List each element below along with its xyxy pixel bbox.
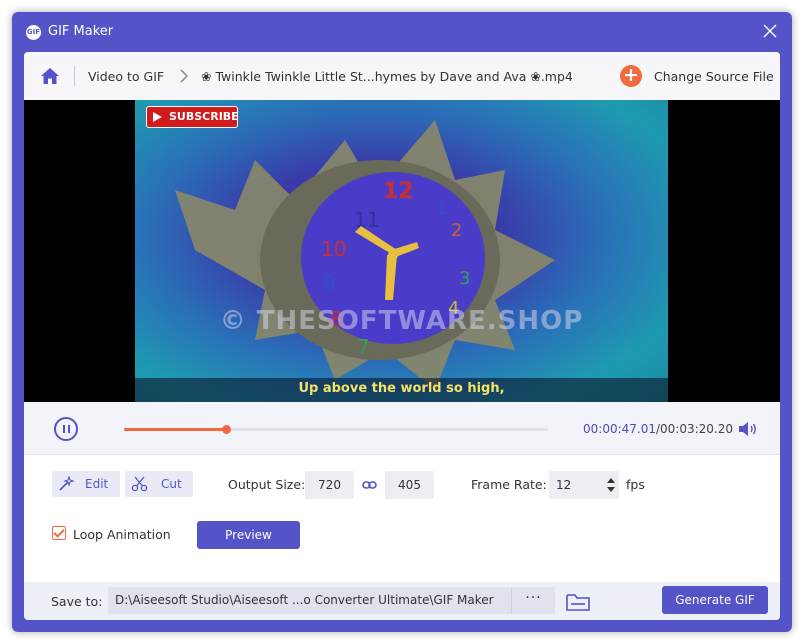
seek-bar-handle[interactable] <box>221 425 231 434</box>
edit-label: Edit <box>85 477 109 491</box>
save-path-text: D:\Aiseesoft Studio\Aiseesoft ...o Conve… <box>115 593 494 607</box>
breadcrumb-file-name: ❀ Twinkle Twinkle Little St...hymes by D… <box>201 69 573 84</box>
loop-animation-label[interactable]: Loop Animation <box>73 527 171 542</box>
clock-artwork: 12 1 2 3 4 11 10 9 8 7 <box>175 120 555 390</box>
pause-button[interactable] <box>54 417 78 441</box>
folder-icon[interactable] <box>566 593 590 612</box>
loop-animation-checkbox[interactable] <box>52 526 66 540</box>
svg-text:3: 3 <box>459 268 470 289</box>
seek-bar[interactable] <box>124 425 548 434</box>
svg-text:10: 10 <box>321 237 346 261</box>
change-source-file-button[interactable]: Change Source File <box>654 69 774 84</box>
frame-rate-label: Frame Rate: <box>471 477 547 492</box>
gif-settings: Edit Cut Output Size: 720 405 Frame Rate… <box>24 454 780 582</box>
generate-gif-button[interactable]: Generate GIF <box>662 586 768 614</box>
window-title: GIF Maker <box>48 24 114 39</box>
watermark: © THESOFTWARE.SHOP <box>219 306 584 336</box>
browse-path-button[interactable]: ··· <box>511 587 555 614</box>
main-panel: Video to GIF ❀ Twinkle Twinkle Little St… <box>24 52 780 620</box>
chevron-right-icon <box>180 69 189 83</box>
fps-label: fps <box>626 477 645 492</box>
video-preview[interactable]: 12 1 2 3 4 11 10 9 8 7 SUBSCRIBE © THESO… <box>24 100 780 402</box>
add-icon[interactable]: + <box>620 65 642 87</box>
save-footer: Save to: D:\Aiseesoft Studio\Aiseesoft .… <box>24 582 780 620</box>
volume-icon[interactable] <box>738 421 758 437</box>
svg-text:7: 7 <box>357 335 370 359</box>
preview-button[interactable]: Preview <box>197 521 300 549</box>
seek-bar-progress <box>124 428 226 431</box>
scissors-icon <box>131 476 148 492</box>
svg-text:9: 9 <box>323 271 336 295</box>
subscribe-badge: SUBSCRIBE <box>146 106 239 128</box>
output-width-input[interactable]: 720 <box>305 471 354 499</box>
edit-button[interactable]: Edit <box>52 471 120 497</box>
breadcrumb-video-to-gif[interactable]: Video to GIF <box>88 69 164 84</box>
save-path-field[interactable]: D:\Aiseesoft Studio\Aiseesoft ...o Conve… <box>108 587 555 614</box>
frame-rate-value: 12 <box>556 478 572 492</box>
decrement-icon[interactable] <box>607 487 615 492</box>
save-to-label: Save to: <box>51 594 103 609</box>
breadcrumb: Video to GIF ❀ Twinkle Twinkle Little St… <box>24 52 780 100</box>
total-time: /00:03:20.20 <box>655 422 734 436</box>
current-time: 00:00:47.01 <box>583 422 656 436</box>
magic-wand-icon <box>59 476 75 491</box>
increment-icon[interactable] <box>607 478 615 483</box>
cut-button[interactable]: Cut <box>125 471 193 497</box>
video-caption: Up above the world so high, <box>298 381 505 396</box>
link-icon[interactable] <box>362 479 377 491</box>
frame-rate-stepper[interactable]: 12 <box>549 471 619 499</box>
output-height-input[interactable]: 405 <box>385 471 434 499</box>
breadcrumb-divider <box>74 66 75 86</box>
svg-text:1: 1 <box>435 195 448 219</box>
subscribe-label: SUBSCRIBE <box>169 110 239 123</box>
video-frame: 12 1 2 3 4 11 10 9 8 7 SUBSCRIBE © THESO… <box>135 100 668 402</box>
gif-logo-icon: GIF <box>26 25 41 40</box>
player-controls: 00:00:47.01/00:03:20.20 <box>24 402 780 454</box>
home-icon[interactable] <box>40 67 60 85</box>
close-icon[interactable] <box>762 23 778 39</box>
play-icon <box>153 112 162 122</box>
gif-maker-window: GIF GIF Maker Video to GIF ❀ Twinkle Twi… <box>12 12 792 632</box>
time-readout: 00:00:47.01/00:03:20.20 <box>583 422 733 436</box>
svg-text:12: 12 <box>383 179 414 204</box>
output-size-label: Output Size: <box>228 477 306 492</box>
cut-label: Cut <box>161 477 182 491</box>
svg-text:11: 11 <box>354 208 379 232</box>
title-bar: GIF GIF Maker <box>12 12 792 52</box>
svg-text:2: 2 <box>451 220 462 241</box>
